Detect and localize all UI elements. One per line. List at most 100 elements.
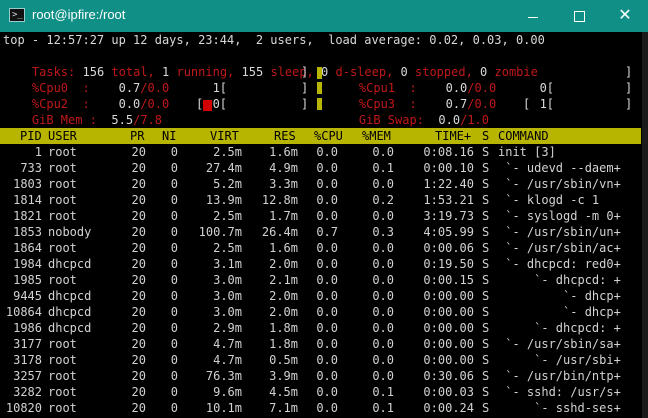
process-virt: 76.3m	[205, 369, 242, 383]
process-row[interactable]: 10820 root 20 0 10.1m 7.1m 0.0 0.1 0:00.24 S `- s…	[0, 400, 641, 416]
process-time: 1:22.40	[423, 177, 474, 191]
process-virt: 27.4m	[205, 161, 242, 175]
process-command: `- klogd -c 1	[498, 193, 600, 207]
process-row[interactable]: 1821 root 20 0 2.5m 1.7m 0.0 0.0 3:19.73 S `- sys…	[0, 208, 641, 224]
process-pr: 20	[131, 209, 146, 223]
window-titlebar[interactable]: >_ root@ipfire:/root ✕	[0, 0, 648, 32]
process-user: dhcpcd	[48, 257, 92, 271]
col-user[interactable]: USER	[48, 128, 77, 144]
process-res: 1.7m	[269, 209, 298, 223]
process-user: root	[48, 161, 77, 175]
process-s: S	[482, 209, 490, 223]
col-virt[interactable]: VIRT	[210, 128, 239, 144]
process-cpu: 0.0	[316, 257, 338, 271]
minimize-button[interactable]	[510, 0, 556, 32]
process-res: 1.8m	[269, 337, 298, 351]
process-pr: 20	[131, 241, 146, 255]
process-command: `- dhcpcd: +	[498, 321, 621, 335]
process-time: 0:00.15	[423, 273, 474, 287]
process-row[interactable]: 1814 root 20 0 13.9m 12.8m 0.0 0.2 1:53.21 S `- k…	[0, 192, 641, 208]
process-user: root	[48, 177, 77, 191]
process-pid: 1984	[13, 257, 42, 271]
close-button[interactable]: ✕	[602, 0, 648, 32]
process-row[interactable]: 1803 root 20 0 5.2m 3.3m 0.0 0.0 1:22.40 S `- /us…	[0, 176, 641, 192]
process-time: 0:19.50	[423, 257, 474, 271]
process-pr: 20	[131, 289, 146, 303]
process-user: nobody	[48, 225, 92, 239]
process-row[interactable]: 1985 root 20 0 3.0m 2.1m 0.0 0.0 0:00.15 S `- dhc…	[0, 272, 641, 288]
process-row[interactable]: 3257 root 20 0 76.3m 3.9m 0.0 0.0 0:30.06 S `- /u…	[0, 368, 641, 384]
process-row[interactable]: 10864 dhcpcd 20 0 3.0m 2.0m 0.0 0.0 0:00.00 S `- …	[0, 304, 641, 320]
process-cpu: 0.0	[316, 353, 338, 367]
process-res: 1.6m	[269, 241, 298, 255]
process-s: S	[482, 193, 490, 207]
process-res: 12.8m	[261, 193, 298, 207]
process-time: 0:00.00	[423, 353, 474, 367]
process-res: 26.4m	[261, 225, 298, 239]
process-command: `- /usr/sbin/ac+	[498, 241, 621, 255]
process-pid: 3178	[13, 353, 42, 367]
process-user: root	[48, 353, 77, 367]
process-res: 4.9m	[269, 161, 298, 175]
process-command: `- syslogd -m 0+	[498, 209, 621, 223]
process-row[interactable]: 1864 root 20 0 2.5m 1.6m 0.0 0.0 0:00.06 S `- /us…	[0, 240, 641, 256]
process-command: `- dhcpcd: red0+	[498, 257, 621, 271]
process-pr: 20	[131, 401, 146, 415]
process-table-header[interactable]: PID USER PR NI VIRT RES %CPU %MEM TIME+ …	[0, 128, 641, 144]
process-row[interactable]: 733 root 20 0 27.4m 4.9m 0.0 0.1 0:00.10 S `- ude…	[0, 160, 641, 176]
process-command: `- /usr/bin/ntp+	[498, 369, 621, 383]
process-row[interactable]: 1853 nobody 20 0 100.7m 26.4m 0.7 0.3 4:05.99 S `…	[0, 224, 641, 240]
process-row[interactable]: 1 root 20 0 2.5m 1.6m 0.0 0.0 0:08.16 Sinit [3]	[0, 144, 641, 160]
process-cpu: 0.0	[316, 273, 338, 287]
process-mem: 0.2	[372, 193, 394, 207]
process-s: S	[482, 145, 490, 159]
process-user: root	[48, 145, 77, 159]
process-row[interactable]: 1984 dhcpcd 20 0 3.1m 2.0m 0.0 0.0 0:19.50 S `- d…	[0, 256, 641, 272]
process-ni: 0	[170, 257, 178, 271]
process-cpu: 0.0	[316, 369, 338, 383]
meter-separator	[317, 98, 322, 110]
process-s: S	[482, 353, 490, 367]
memory-usage-bar	[203, 100, 212, 111]
process-time: 0:00.00	[423, 305, 474, 319]
col-res[interactable]: RES	[274, 128, 296, 144]
col-command[interactable]: COMMAND	[498, 128, 549, 144]
process-ni: 0	[170, 289, 178, 303]
process-s: S	[482, 161, 490, 175]
process-row[interactable]: 9445 dhcpcd 20 0 3.0m 2.0m 0.0 0.0 0:00.00 S `- d…	[0, 288, 641, 304]
process-row[interactable]: 3177 root 20 0 4.7m 1.8m 0.0 0.0 0:00.00 S `- /us…	[0, 336, 641, 352]
process-row[interactable]: 3178 root 20 0 4.7m 0.5m 0.0 0.0 0:00.00 S `- /us…	[0, 352, 641, 368]
process-time: 0:00.10	[423, 161, 474, 175]
col-pid[interactable]: PID	[20, 128, 42, 144]
meter-separator	[317, 82, 322, 94]
process-cpu: 0.7	[316, 225, 338, 239]
process-pr: 20	[131, 273, 146, 287]
process-res: 4.5m	[269, 385, 298, 399]
col-state[interactable]: S	[482, 128, 489, 144]
process-res: 2.0m	[269, 289, 298, 303]
process-pid: 1985	[13, 273, 42, 287]
process-mem: 0.0	[372, 145, 394, 159]
process-mem: 0.0	[372, 209, 394, 223]
col-pr[interactable]: PR	[130, 128, 144, 144]
scrollbar[interactable]	[642, 32, 648, 418]
process-time: 3:19.73	[423, 209, 474, 223]
maximize-button[interactable]	[556, 0, 602, 32]
process-res: 2.1m	[269, 273, 298, 287]
process-row[interactable]: 1986 dhcpcd 20 0 2.9m 1.8m 0.0 0.0 0:00.00 S `- d…	[0, 320, 641, 336]
col-cpu[interactable]: %CPU	[314, 128, 343, 144]
terminal-screen[interactable]: top - 12:57:27 up 12 days, 23:44, 2 user…	[0, 32, 648, 418]
process-mem: 0.1	[372, 385, 394, 399]
process-row[interactable]: 3282 root 20 0 9.6m 4.5m 0.0 0.1 0:00.03 S `- ssh…	[0, 384, 641, 400]
col-time[interactable]: TIME+	[435, 128, 471, 144]
process-ni: 0	[170, 337, 178, 351]
process-ni: 0	[170, 321, 178, 335]
process-mem: 0.0	[372, 289, 394, 303]
process-user: root	[48, 337, 77, 351]
process-pr: 20	[131, 193, 146, 207]
process-virt: 5.2m	[213, 177, 242, 191]
process-command: init [3]	[498, 145, 556, 159]
col-ni[interactable]: NI	[162, 128, 176, 144]
meter-separator	[317, 67, 322, 79]
col-mem[interactable]: %MEM	[362, 128, 391, 144]
